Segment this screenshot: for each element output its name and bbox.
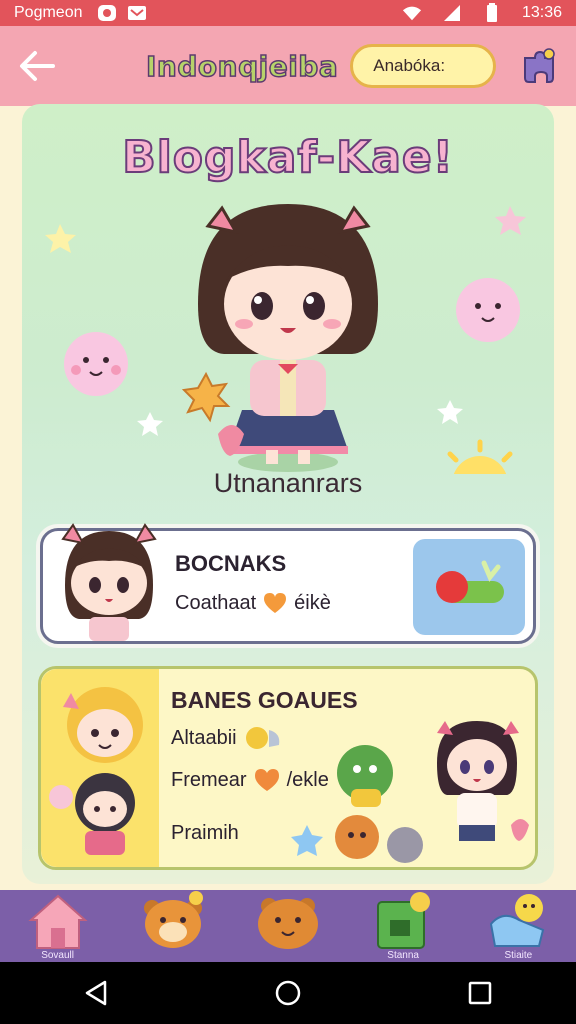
banner-title: Blogkaf-Kae! xyxy=(121,131,454,184)
status-bar: Pogmeon 13:36 xyxy=(0,0,576,26)
heart-icon xyxy=(254,769,279,791)
system-recents-button[interactable] xyxy=(450,968,510,1018)
nav-item-home[interactable]: Sovaull xyxy=(13,890,103,962)
back-arrow-icon xyxy=(20,51,55,81)
card-subtitle: Coathaat xyxy=(175,591,257,614)
card-row-altaabii[interactable]: Altaabii xyxy=(171,725,287,751)
battery-icon xyxy=(482,3,502,22)
system-home-button[interactable] xyxy=(258,968,318,1018)
row-label: Fremear xyxy=(171,768,247,791)
card-thumbnail[interactable] xyxy=(413,539,525,635)
card-avatar xyxy=(61,523,157,641)
status-app-name: Pogmeon xyxy=(14,4,83,21)
fruit-icon xyxy=(436,560,504,603)
card-characters-left xyxy=(49,687,143,855)
card-bocnaks[interactable]: BOCNAKS Coathaat éikè xyxy=(40,523,536,644)
card-banes-goaues[interactable]: BANES GOAUES Altaabii Fremear /ekle Prai… xyxy=(38,666,538,870)
heart-icon xyxy=(264,593,287,613)
puzzle-button[interactable] xyxy=(516,43,562,89)
home-icon xyxy=(27,894,88,949)
card-subtitle-row: Coathaat éikè xyxy=(175,591,331,615)
card-row-praimih[interactable]: Praimih xyxy=(171,809,325,857)
card-title: BOCNAKS xyxy=(175,551,287,576)
puzzle-icon xyxy=(524,48,555,83)
nav-item-shop[interactable]: Stiaite xyxy=(473,890,563,962)
nav-label: Stanna xyxy=(387,950,419,961)
card-subtitle-suffix: éikè xyxy=(294,591,331,614)
coin-icon xyxy=(245,727,279,749)
notification-icon xyxy=(97,4,117,22)
app-title: Indonqjeiba xyxy=(145,49,339,84)
nav-label: Sovaull xyxy=(41,950,74,961)
card-characters-right xyxy=(335,721,529,863)
search-field[interactable]: Anabóka: xyxy=(350,44,497,88)
cookie-icon xyxy=(257,898,318,949)
status-time: 13:36 xyxy=(521,4,562,21)
card-title: BANES GOAUES xyxy=(171,687,358,713)
square-recents-icon xyxy=(468,981,492,1005)
circle-home-icon xyxy=(275,980,301,1006)
wifi-icon xyxy=(402,4,422,22)
mail-icon xyxy=(127,4,147,22)
mascot-left xyxy=(64,332,128,396)
app-header: Indonqjeiba Anabóka: xyxy=(0,26,576,106)
nav-item-cookie[interactable] xyxy=(243,890,333,962)
mascot-right xyxy=(456,278,520,342)
row-label: Altaabii xyxy=(171,726,237,749)
row-label: Praimih xyxy=(171,821,239,844)
hero-illustration xyxy=(45,204,526,474)
triangle-back-icon xyxy=(85,980,107,1006)
nav-label: Stiaite xyxy=(504,950,533,961)
nav-item-gift[interactable]: Stanna xyxy=(358,890,448,962)
shop-icon xyxy=(490,894,545,947)
character-name: Utnananrars xyxy=(213,468,363,498)
star-icon xyxy=(45,224,76,253)
star-icon xyxy=(290,825,323,856)
card-row-fremear[interactable]: Fremear /ekle xyxy=(171,767,329,793)
gift-icon xyxy=(377,892,431,949)
bottom-nav: Sovaull Stanna Stiaite xyxy=(0,890,576,962)
main-character xyxy=(181,204,378,472)
bear-icon xyxy=(143,891,203,948)
system-nav-bar xyxy=(0,962,576,1024)
row-suffix: /ekle xyxy=(286,768,329,791)
signal-icon xyxy=(442,4,462,22)
system-back-button[interactable] xyxy=(66,968,126,1018)
back-button[interactable] xyxy=(14,43,60,89)
main-panel: Blogkaf-Kae! Utnananrars BOCNAKS Coathaa… xyxy=(22,104,554,884)
nav-item-bear[interactable] xyxy=(128,890,218,962)
